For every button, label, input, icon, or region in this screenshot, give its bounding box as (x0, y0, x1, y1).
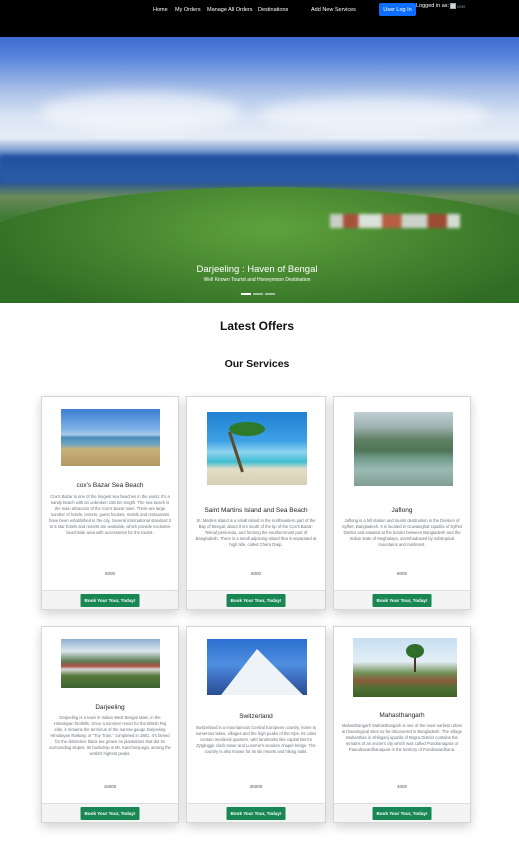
book-tour-button[interactable]: Book Your Tour, Today! (80, 594, 140, 607)
beach-photo-icon (61, 409, 160, 466)
top-navbar: Home My Orders Manage All Orders Destina… (0, 0, 519, 37)
service-card-darjeeling: Darjeeling Darjeeling is a town in India… (41, 626, 179, 823)
service-card-footer: Book Your Tour, Today! (42, 590, 178, 609)
logged-in-label: Logged in as: (416, 3, 450, 9)
palm-tree-icon (228, 431, 244, 473)
service-card-price: 35000 (249, 784, 263, 789)
service-card-footer: Book Your Tour, Today! (42, 803, 178, 822)
service-card-description: Darjeeling is a town in Indian West Beng… (49, 715, 171, 756)
service-card-description: Mahasthangarh Mahasthangarh is one of th… (341, 723, 463, 752)
carousel-indicators (241, 293, 275, 295)
service-card-title: Switzerland (239, 713, 273, 720)
our-services-heading: Our Services (224, 358, 290, 370)
service-card-footer: Book Your Tour, Today! (334, 803, 470, 822)
service-card-switzerland: Switzerland Switzerland is a mountainous… (186, 626, 326, 823)
nav-link-add-services[interactable]: Add New Services (311, 7, 356, 13)
tree-icon (406, 644, 424, 658)
service-card-footer: Book Your Tour, Today! (187, 590, 325, 609)
service-card-title: cox's Bazar Sea Beach (76, 482, 144, 489)
service-card-mahasthangarh: Mahasthangarh Mahasthangarh Mahasthangar… (333, 626, 471, 823)
service-card-saint-martins: Saint Martins Island and Sea Beach St. M… (186, 396, 326, 610)
book-tour-button[interactable]: Book Your Tour, Today! (372, 594, 432, 607)
book-tour-button[interactable]: Book Your Tour, Today! (80, 807, 140, 820)
service-card-title: Saint Martins Island and Sea Beach (204, 507, 308, 514)
service-card-footer: Book Your Tour, Today! (334, 590, 470, 609)
nav-link-my-orders[interactable]: My Orders (175, 7, 201, 13)
service-card-description: Cox's Bazar is one of the longest sea be… (49, 494, 171, 535)
hero-houses (330, 214, 460, 228)
user-avatar-icon (450, 3, 457, 9)
service-card-title: Darjeeling (95, 704, 125, 711)
palm-beach-photo-icon (207, 412, 307, 485)
mountain-photo-icon (207, 639, 307, 695)
service-card-coxs-bazar: cox's Bazar Sea Beach Cox's Bazar is one… (41, 396, 179, 610)
river-hills-photo-icon (354, 412, 453, 486)
ruins-photo-icon (353, 638, 457, 697)
carousel-indicator-3[interactable] (265, 293, 275, 295)
book-tour-button[interactable]: Book Your Tour, Today! (372, 807, 432, 820)
service-card-description: St. Martins island is a small island in … (195, 518, 317, 547)
hero-caption-subtitle: Well Known Tourist and Honeymoon Destina… (203, 277, 311, 283)
hero-sea-of-clouds (0, 155, 519, 183)
book-tour-button[interactable]: Book Your Tour, Today! (226, 594, 286, 607)
nav-link-destinations[interactable]: Destinations (258, 7, 288, 13)
book-tour-button[interactable]: Book Your Tour, Today! (226, 807, 286, 820)
hero-caption-title: Darjeeling : Haven of Bengal (196, 264, 318, 275)
service-card-description: Switzerland is a mountainous Central Eur… (195, 725, 317, 754)
nav-link-manage-orders[interactable]: Manage All Orders (207, 7, 253, 13)
service-card-title: Mahasthangarh (379, 712, 425, 719)
carousel-indicator-2[interactable] (253, 293, 263, 295)
service-card-price: 4000 (396, 784, 407, 789)
service-card-price: 6000 (250, 571, 261, 576)
service-card-price: 15000 (103, 784, 117, 789)
latest-offers-heading: Latest Offers (219, 319, 295, 333)
service-card-price: 8000 (396, 571, 407, 576)
service-card-footer: Book Your Tour, Today! (187, 803, 325, 822)
hill-town-photo-icon (61, 639, 160, 688)
hero-cloud (40, 92, 240, 132)
hero-cloud (260, 97, 490, 132)
service-card-price: 5000 (104, 571, 115, 576)
avatar-alt-text: user (457, 3, 466, 9)
carousel-indicator-1[interactable] (241, 293, 251, 295)
logged-in-status: Logged in as: user (416, 3, 466, 9)
service-card-description: Jaflong is a hill station and tourist de… (341, 518, 463, 547)
hero-green-hill (0, 187, 519, 303)
snow-peak-icon (221, 649, 303, 695)
nav-link-home[interactable]: Home (153, 7, 168, 13)
service-card-title: Jaflong (391, 507, 413, 514)
palm-leaves-icon (229, 422, 265, 436)
user-login-button[interactable]: User Log In (379, 3, 416, 16)
service-card-jaflong: Jaflong Jaflong is a hill station and to… (333, 396, 471, 610)
